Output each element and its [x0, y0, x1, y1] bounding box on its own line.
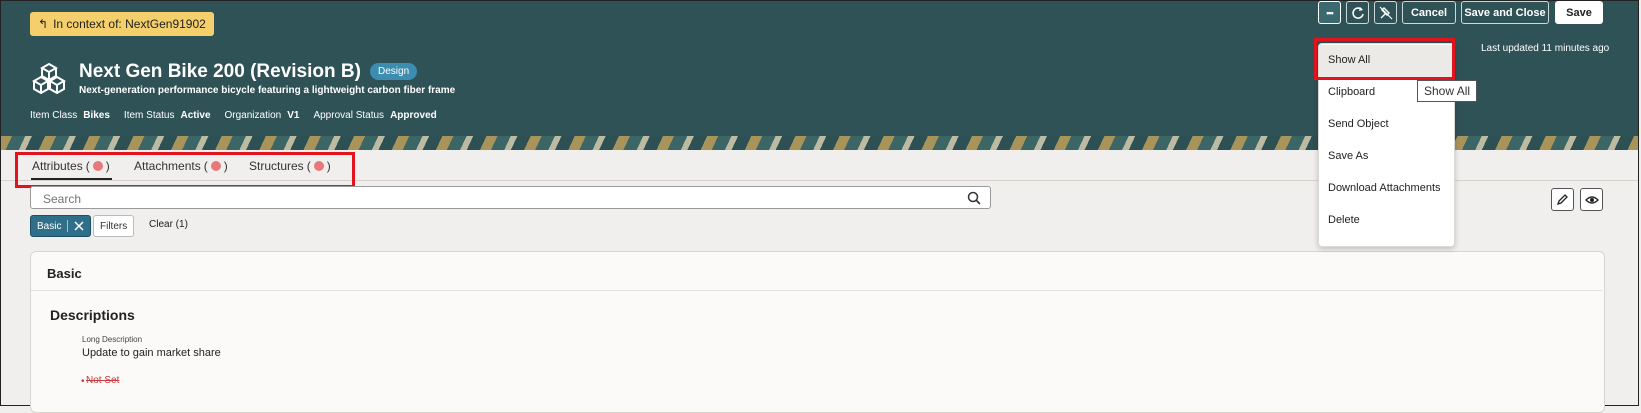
context-chip-label: In context of: NextGen91902 — [53, 17, 206, 31]
filters-button[interactable]: Filters — [93, 215, 135, 237]
panel-divider — [31, 290, 1602, 291]
cancel-button[interactable]: Cancel — [1402, 1, 1456, 24]
menu-item-download-attachments[interactable]: Download Attachments — [1328, 182, 1441, 194]
pencil-icon — [1556, 194, 1568, 206]
search-input[interactable] — [41, 191, 945, 207]
item-meta: Item Class Bikes Item Status Active Organi… — [30, 110, 437, 121]
show-all-highlight-box — [1314, 38, 1455, 80]
edit-button[interactable] — [1551, 188, 1574, 211]
meta-item-status: Item Status Active — [123, 110, 211, 121]
menu-item-save-as[interactable]: Save As — [1328, 150, 1368, 162]
basic-filter-chip[interactable]: Basic — [30, 215, 92, 237]
unpin-icon — [1379, 6, 1392, 19]
more-icon: ••• — [1326, 7, 1334, 18]
menu-item-delete[interactable]: Delete — [1328, 214, 1360, 226]
not-set-bullet: • — [81, 376, 85, 387]
tabs-highlight-box — [15, 152, 355, 188]
arrow-up-left-icon: ↰ — [38, 17, 49, 31]
search-icon[interactable] — [967, 191, 981, 205]
menu-item-clipboard[interactable]: Clipboard — [1328, 86, 1375, 98]
eye-icon — [1584, 195, 1599, 204]
long-description-value: Update to gain market share — [82, 347, 221, 359]
not-set-value: Not Set — [86, 375, 120, 386]
more-actions-button[interactable]: ••• — [1318, 1, 1341, 24]
meta-approval-status: Approval Status Approved — [313, 110, 437, 121]
clear-filters-link[interactable]: Clear (1) — [149, 219, 188, 230]
item-description: Next-generation performance bicycle feat… — [79, 85, 456, 96]
save-button[interactable]: Save — [1555, 1, 1603, 24]
panel-title: Basic — [47, 266, 82, 281]
refresh-button[interactable] — [1346, 1, 1369, 24]
section-title: Descriptions — [50, 307, 135, 323]
view-button[interactable] — [1580, 188, 1603, 211]
item-title: Next Gen Bike 200 (Revision B) — [79, 61, 361, 82]
refresh-icon — [1351, 6, 1364, 19]
basic-panel — [30, 251, 1605, 413]
close-icon[interactable] — [74, 221, 84, 231]
show-all-tooltip: Show All — [1417, 80, 1478, 102]
pin-off-button[interactable] — [1374, 1, 1397, 24]
meta-organization: Organization V1 — [224, 110, 300, 121]
long-description-label: Long Description — [82, 335, 143, 344]
lifecycle-badge: Design — [370, 63, 418, 80]
chip-divider — [67, 220, 69, 232]
menu-item-send-object[interactable]: Send Object — [1328, 118, 1389, 130]
search-field[interactable] — [30, 186, 991, 209]
last-updated: Last updated 11 minutes ago — [1481, 43, 1610, 54]
meta-item-class: Item Class Bikes — [30, 110, 110, 121]
save-and-close-button[interactable]: Save and Close — [1461, 1, 1549, 24]
context-chip[interactable]: ↰ In context of: NextGen91902 — [30, 12, 214, 36]
item-cubes-icon — [32, 62, 66, 94]
